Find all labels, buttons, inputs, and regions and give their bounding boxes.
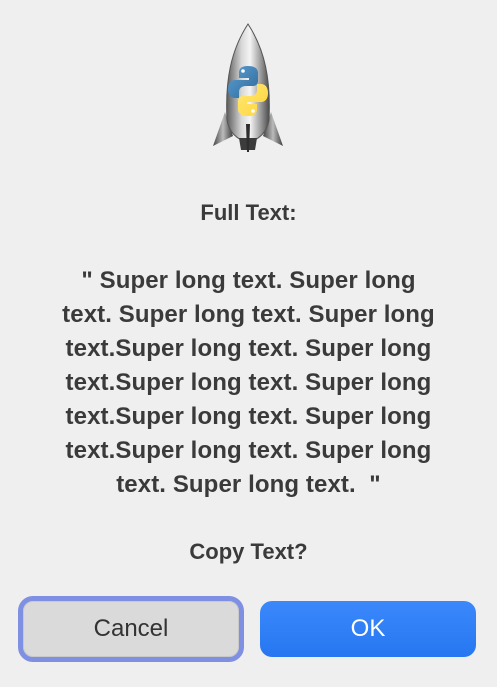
message-line: " Super long text. Super long xyxy=(81,267,416,294)
dialog-message: " Super long text. Super long text. Supe… xyxy=(28,264,469,502)
cancel-button[interactable]: Cancel xyxy=(18,596,244,662)
message-line: text.Super long text. Super long xyxy=(65,403,432,430)
message-line: text. Super long text. " xyxy=(116,471,381,498)
python-rocket-launcher-icon xyxy=(213,23,283,152)
message-line: text.Super long text. Super long xyxy=(65,369,432,396)
alert-dialog: Full Text: " Super long text. Super long… xyxy=(0,0,497,687)
message-line: text.Super long text. Super long xyxy=(65,335,432,362)
ok-button[interactable]: OK xyxy=(260,601,476,657)
dialog-title: Full Text: xyxy=(200,200,297,225)
message-line: text.Super long text. Super long xyxy=(65,437,432,464)
message-line: text. Super long text. Super long xyxy=(62,301,435,328)
dialog-prompt: Copy Text? xyxy=(189,539,308,564)
